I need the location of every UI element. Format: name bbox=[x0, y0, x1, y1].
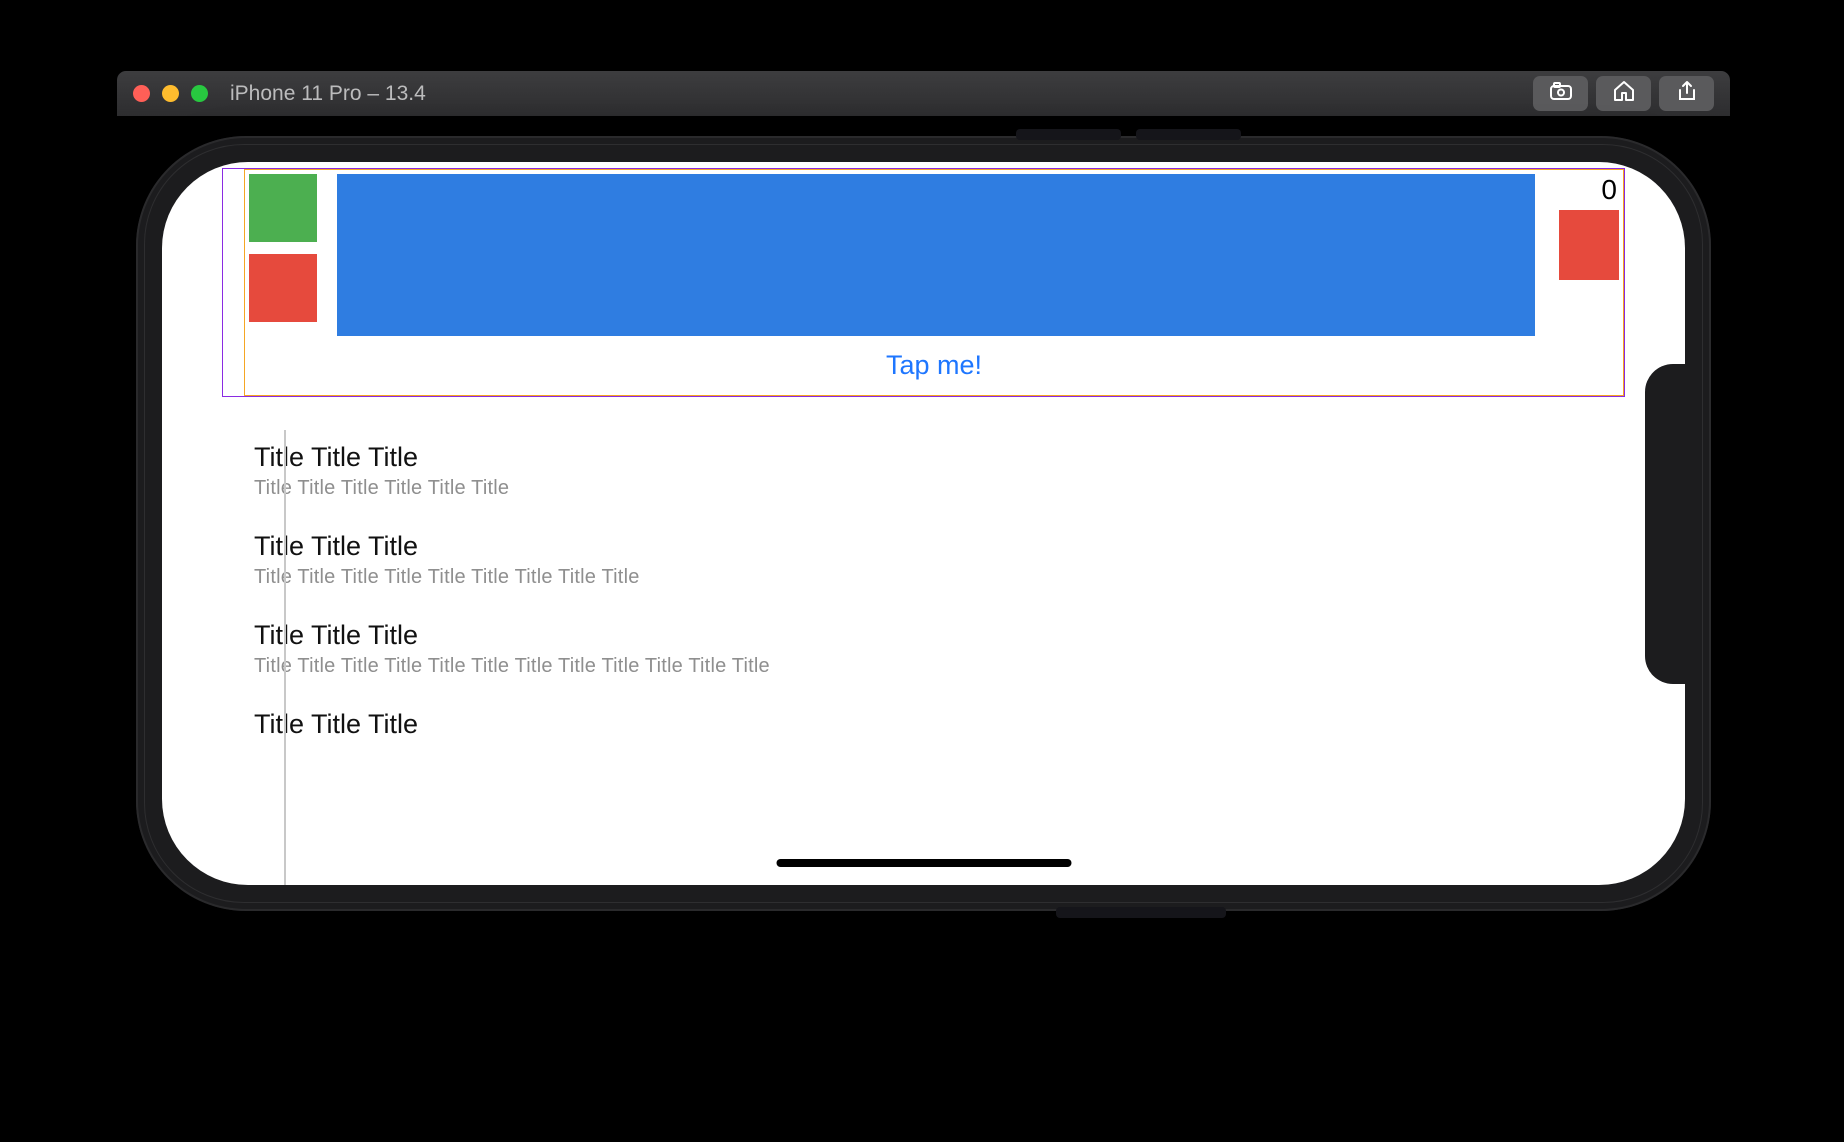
scrollbar[interactable] bbox=[284, 430, 286, 885]
list-item[interactable]: Title Title Title Title Title Title Titl… bbox=[254, 518, 1595, 607]
list-item[interactable]: Title Title Title bbox=[254, 696, 1595, 740]
tap-button[interactable]: Tap me! bbox=[245, 340, 1623, 395]
table-view[interactable]: Title Title Title Title Title Title Titl… bbox=[222, 429, 1625, 740]
minimize-icon[interactable] bbox=[162, 85, 179, 102]
list-item[interactable]: Title Title Title Title Title Title Titl… bbox=[254, 429, 1595, 518]
green-square bbox=[249, 174, 317, 242]
share-icon bbox=[1675, 79, 1699, 108]
device-notch bbox=[1645, 364, 1685, 684]
debug-outer-bounds: 0 Tap me! bbox=[222, 168, 1625, 397]
safe-area: 0 Tap me! Title Title Title Title Title … bbox=[222, 168, 1625, 885]
home-icon bbox=[1612, 79, 1636, 108]
cell-subtitle: Title Title Title Title Title Title Titl… bbox=[254, 655, 1595, 678]
home-button[interactable] bbox=[1596, 76, 1651, 111]
volume-down-button[interactable] bbox=[1136, 129, 1241, 140]
home-indicator[interactable] bbox=[776, 859, 1071, 867]
traffic-lights bbox=[133, 85, 208, 102]
window-title: iPhone 11 Pro – 13.4 bbox=[230, 82, 426, 106]
cell-title: Title Title Title bbox=[254, 709, 1595, 740]
red-square-right bbox=[1559, 210, 1619, 280]
right-column: 0 bbox=[1551, 174, 1619, 280]
cell-subtitle: Title Title Title Title Title Title Titl… bbox=[254, 566, 1595, 589]
cell-title: Title Title Title bbox=[254, 531, 1595, 562]
list-item[interactable]: Title Title Title Title Title Title Titl… bbox=[254, 607, 1595, 696]
header-section: 0 bbox=[245, 170, 1623, 340]
device-screen[interactable]: 0 Tap me! Title Title Title Title Title … bbox=[162, 162, 1685, 885]
screenshot-button[interactable] bbox=[1533, 76, 1588, 111]
cell-title: Title Title Title bbox=[254, 620, 1595, 651]
cell-subtitle: Title Title Title Title Title Title bbox=[254, 477, 1595, 500]
simulator-window: iPhone 11 Pro – 13.4 bbox=[116, 70, 1731, 117]
counter-value: 0 bbox=[1601, 174, 1619, 210]
device-frame: 0 Tap me! Title Title Title Title Title … bbox=[136, 136, 1711, 911]
left-column bbox=[249, 174, 321, 322]
blue-block bbox=[337, 174, 1535, 336]
side-button[interactable] bbox=[1056, 907, 1226, 918]
volume-up-button[interactable] bbox=[1016, 129, 1121, 140]
camera-icon bbox=[1549, 79, 1573, 108]
debug-inner-bounds: 0 Tap me! bbox=[244, 169, 1624, 396]
cell-title: Title Title Title bbox=[254, 442, 1595, 473]
red-square-left bbox=[249, 254, 317, 322]
titlebar: iPhone 11 Pro – 13.4 bbox=[116, 70, 1731, 117]
share-button[interactable] bbox=[1659, 76, 1714, 111]
zoom-icon[interactable] bbox=[191, 85, 208, 102]
close-icon[interactable] bbox=[133, 85, 150, 102]
